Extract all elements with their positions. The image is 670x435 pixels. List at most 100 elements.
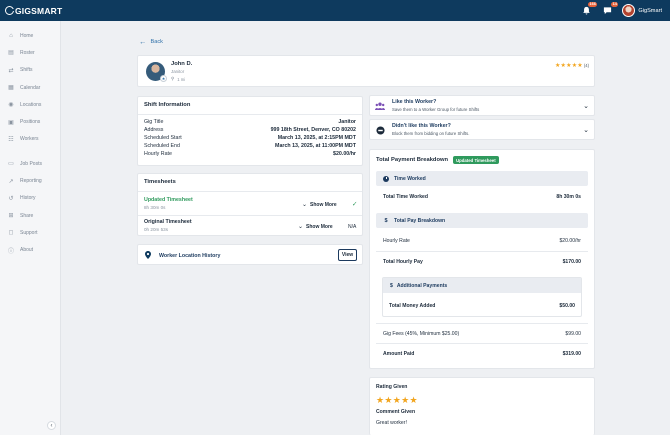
collapse-sidebar-button[interactable]: ‹ [47,421,56,430]
worker-name[interactable]: John D. [171,61,192,67]
user-name[interactable]: GigSmart [638,8,662,14]
user-avatar[interactable] [622,4,636,17]
shift-information-card: Shift Information Gig Title Janitor Addre… [137,96,363,166]
back-label: Back [150,38,163,45]
positions-icon: ▣ [8,119,14,126]
sidebar-item-reporting[interactable]: ↗ Reporting [0,172,60,189]
logo-text: GIGSMART [15,5,63,16]
sidebar-item-label: Shifts [20,67,33,74]
like-worker-card[interactable]: Like this Worker? Save them to a Worker … [369,95,595,116]
pin-icon: ⚲ [171,76,175,81]
verified-icon: ★ [160,75,167,82]
shifts-icon: ⇄ [8,67,14,74]
shift-row-value: March 13, 2025, at 2:15PM MDT [277,135,356,141]
amount-paid-row: Amount Paid $319.00 [383,351,581,357]
shift-row-value: 999 18th Street, Denver, CO 80202 [270,127,356,133]
worker-group-icon [375,101,385,111]
chat-icon[interactable]: 14 [601,1,619,17]
workers-icon: ☷ [8,136,14,143]
gig-fees-row: Gig Fees (45%, Minimum $25.00) $99.00 [383,331,581,337]
sidebar-item-about[interactable]: ⓘ About [0,242,60,259]
block-icon [375,125,385,135]
dislike-worker-card[interactable]: Didn't like this Worker? Block them from… [369,119,595,140]
divider [138,191,362,192]
view-location-button[interactable]: View [338,249,357,261]
pay-breakdown-header: $ Total Pay Breakdown [376,213,588,228]
total-time-row: Total Time Worked 8h 30m 0s [383,194,581,200]
support-icon: ◻ [8,230,14,237]
shift-row: Scheduled End March 13, 2025, at 11:00PM … [144,143,356,149]
divider [376,323,588,324]
shift-row-label: Address [144,127,164,133]
sidebar-item-support[interactable]: ◻ Support [0,224,60,241]
amount-paid-value: $319.00 [562,351,581,357]
notifications-badge: 166 [588,1,598,7]
sidebar-item-locations[interactable]: ◉ Locations [0,96,60,113]
shift-row: Gig Title Janitor [144,119,356,125]
timesheets-title: Timesheets [144,179,176,185]
sidebar-item-home[interactable]: ⌂ Home [0,27,60,44]
rating-count: (4) [583,63,589,68]
worker-card: ★ John D. Janitor ⚲ 1 mi ★★★★★ (4) [137,55,595,87]
sidebar-item-calendar[interactable]: ▦ Calendar [0,79,60,96]
dollar-icon: $ [390,282,393,289]
sidebar-item-roster[interactable]: ▤ Roster [0,44,60,61]
sidebar-item-label: Share [20,212,34,219]
total-hourly-value: $170.00 [562,259,581,265]
sidebar-item-positions[interactable]: ▣ Positions [0,113,60,130]
clipboard-icon: ▤ [8,50,14,57]
updated-show-more-button[interactable]: ⌄ Show More [302,201,337,209]
home-icon: ⌂ [9,32,13,39]
bell-icon[interactable]: 166 [580,1,598,17]
payment-title: Total Payment Breakdown [376,157,449,163]
divider [138,114,362,115]
shift-row-label: Gig Title [144,119,164,125]
sidebar-item-share[interactable]: ⊞ Share [0,207,60,224]
dislike-worker-subtitle: Block them from bidding on future Shifts… [392,131,470,136]
shift-row-label: Hourly Rate [144,151,172,157]
gigsmart-logo[interactable]: GIGSMART [5,6,62,16]
total-hourly-label: Total Hourly Pay [383,259,423,265]
sidebar-item-label: Positions [20,119,41,126]
total-hourly-row: Total Hourly Pay $170.00 [383,259,581,265]
money-added-value: $50.00 [559,303,575,309]
logo-mark-icon [5,6,15,15]
gig-fees-label: Gig Fees (45%, Minimum $25.00) [383,331,460,337]
top-bar: GIGSMART 166 14 GigSmart [0,0,670,21]
shift-row-value: $20.00/hr [333,151,356,157]
sidebar-item-shifts[interactable]: ⇄ Shifts [0,62,60,79]
back-link[interactable]: ← Back [139,37,163,46]
sidebar-item-label: Support [20,229,38,236]
arrow-left-icon: ← [139,37,147,46]
worker-avatar[interactable]: ★ [146,62,167,82]
status-badge: Updated Timesheet [453,156,499,164]
worker-rating: ★★★★★ (4) [555,62,589,69]
sidebar-item-job-posts[interactable]: ▭ Job Posts [0,155,60,172]
show-more-label: Show More [306,223,333,230]
additional-payments-label: Additional Payments [396,282,448,289]
job-posts-icon: ▭ [8,161,14,168]
sidebar-item-label: Job Posts [20,160,42,167]
payment-header: Total Payment Breakdown Updated Timeshee… [376,156,499,164]
chevron-down-icon: ⌄ [583,127,589,134]
total-time-value: 8h 30m 0s [556,194,581,200]
timesheets-card: Timesheets Updated Timesheet 8h 30m 0s ⌄… [137,173,363,236]
star-rating-icon: ★★★★★ [554,63,583,69]
show-more-label: Show More [310,201,337,208]
chevron-left-icon: ‹ [50,422,53,429]
sidebar-item-label: Calendar [20,84,41,91]
hourly-rate-label: Hourly Rate [383,238,410,244]
like-worker-title: Like this Worker? [392,99,437,105]
hourly-rate-row: Hourly Rate $20.00/hr [383,238,581,244]
calendar-icon: ▦ [8,85,14,92]
shift-row: Hourly Rate $20.00/hr [144,151,356,157]
sidebar-item-history[interactable]: ↺ History [0,190,60,207]
share-icon: ⊞ [8,213,14,220]
shift-information-title: Shift Information [144,102,191,108]
gig-fees-value: $99.00 [565,331,581,337]
original-show-more-button[interactable]: ⌄ Show More [298,223,333,231]
sidebar-item-workers[interactable]: ☷ Workers [0,131,60,148]
payment-breakdown-card: Total Payment Breakdown Updated Timeshee… [369,149,595,369]
shift-row-label: Scheduled End [144,143,180,149]
pay-breakdown-label: Total Pay Breakdown [394,217,446,224]
